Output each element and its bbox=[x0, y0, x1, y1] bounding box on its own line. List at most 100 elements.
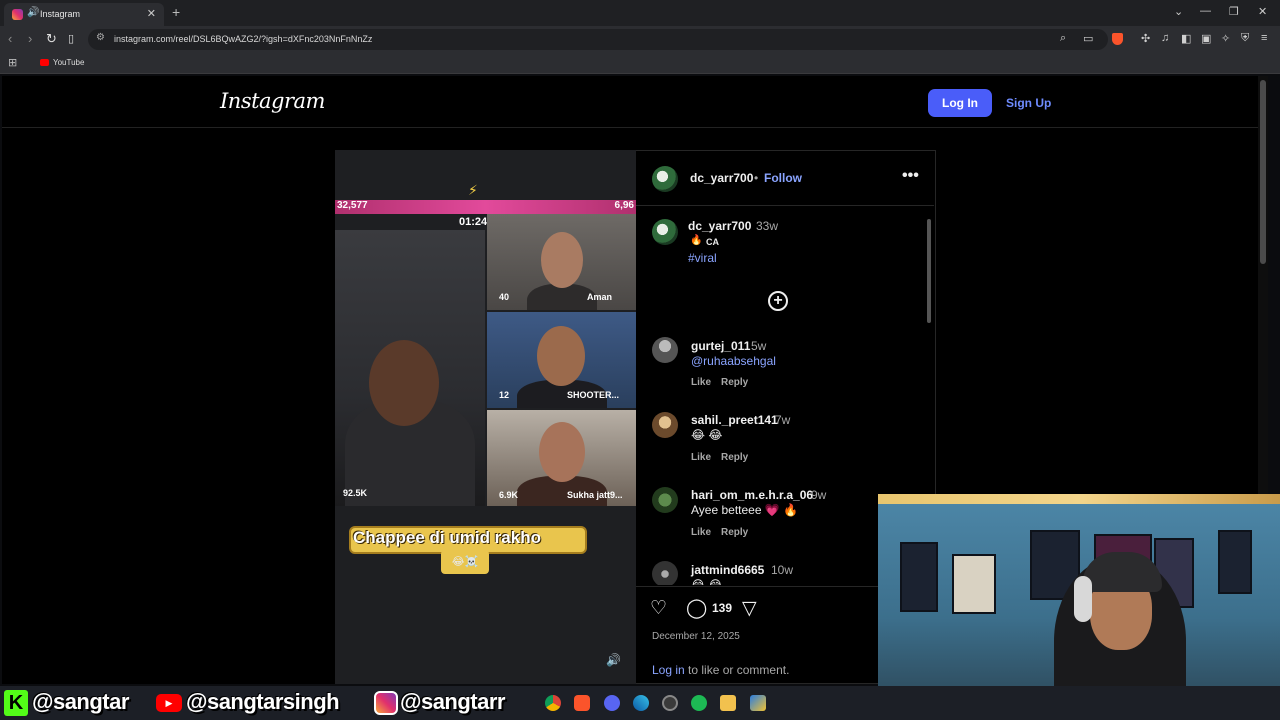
comment-text: 😂 😂 bbox=[691, 428, 723, 442]
login-prompt: Log in to like or comment. bbox=[652, 663, 789, 677]
author-username[interactable]: dc_yarr700 bbox=[690, 171, 753, 185]
video-tile-2: 12 SHOOTER... bbox=[487, 312, 636, 408]
extensions-icon[interactable]: ✣ bbox=[1141, 32, 1150, 45]
battle-timer: 01:24 bbox=[459, 216, 488, 228]
tab-list-chevron-icon[interactable]: ⌄ bbox=[1174, 5, 1183, 18]
comment-reply-button[interactable]: Reply bbox=[721, 377, 748, 388]
volume-icon[interactable]: 🔊 bbox=[606, 653, 621, 667]
tile-main-count: 92.5K bbox=[343, 488, 368, 498]
tile-1-count: 40 bbox=[499, 292, 510, 302]
back-arrow-icon[interactable]: ‹ bbox=[8, 31, 12, 46]
zoom-icon[interactable]: ⌕ bbox=[1060, 32, 1066, 45]
more-options-icon[interactable]: ••• bbox=[902, 167, 919, 185]
minimize-button[interactable]: — bbox=[1200, 5, 1211, 17]
chrome-icon[interactable] bbox=[545, 695, 561, 711]
taskbar: K @sangtar ▶ @sangtarsingh @sangtarr bbox=[0, 686, 1280, 720]
url-field[interactable]: ⚙ instagram.com/reel/DSL6BQwAZG2/?igsh=d… bbox=[88, 29, 1108, 50]
log-in-button[interactable]: Log In bbox=[928, 89, 992, 117]
score-left: 32,577 bbox=[337, 200, 368, 211]
new-tab-button[interactable]: + bbox=[172, 4, 180, 20]
follow-separator: • bbox=[754, 171, 759, 185]
wall-poster bbox=[1218, 530, 1252, 594]
menu-icon[interactable]: ≡ bbox=[1261, 32, 1267, 44]
share-icon[interactable]: ▽ bbox=[742, 597, 757, 620]
speaker-icon[interactable]: 🔊 bbox=[27, 7, 39, 18]
brave-icon[interactable] bbox=[574, 695, 590, 711]
led-light-strip bbox=[878, 494, 1280, 504]
close-window-button[interactable]: ✕ bbox=[1258, 5, 1267, 18]
reload-icon[interactable]: ↻ bbox=[46, 31, 57, 47]
video-caption: Chappee di umid rakho bbox=[353, 528, 541, 547]
file-explorer-icon[interactable] bbox=[720, 695, 736, 711]
discord-icon[interactable] bbox=[604, 695, 620, 711]
caption-age: 33w bbox=[756, 219, 779, 233]
youtube-handle: @sangtarsingh bbox=[186, 689, 340, 714]
comment-icon[interactable]: ◯ bbox=[686, 597, 707, 620]
sign-up-link[interactable]: Sign Up bbox=[1006, 96, 1051, 110]
caption-avatar[interactable] bbox=[652, 219, 678, 245]
comment-like-button[interactable]: Like bbox=[691, 527, 711, 538]
kick-handle: @sangtar bbox=[32, 689, 129, 714]
page-scroll-thumb[interactable] bbox=[1260, 80, 1266, 264]
comments-scroll-thumb[interactable] bbox=[927, 219, 931, 323]
comment-age: 10w bbox=[771, 563, 794, 577]
instagram-logo[interactable]: Instagram bbox=[220, 89, 325, 113]
kick-icon: K bbox=[4, 690, 28, 716]
flame-icon: 🔥 bbox=[690, 235, 703, 246]
tile-3-name: Sukha jatt9... bbox=[567, 490, 623, 500]
bookmark-youtube[interactable]: YouTube bbox=[53, 58, 84, 67]
comment-reply-button[interactable]: Reply bbox=[721, 452, 748, 463]
vpn-icon[interactable]: ⛨ bbox=[1241, 32, 1249, 45]
bookmark-icon[interactable]: ▯ bbox=[68, 32, 74, 45]
heart-icon[interactable]: ♡ bbox=[650, 597, 667, 620]
leo-ai-icon[interactable]: ✧ bbox=[1221, 32, 1230, 45]
sidebar-icon[interactable]: ◧ bbox=[1181, 32, 1191, 45]
cast-icon[interactable]: ▭ bbox=[1083, 32, 1093, 45]
post-header: dc_yarr700 • Follow ••• bbox=[636, 151, 934, 206]
video-tile-1: 40 Aman bbox=[487, 214, 636, 310]
wall-poster bbox=[952, 554, 996, 614]
caption-username[interactable]: dc_yarr700 bbox=[688, 219, 751, 233]
comment-like-button[interactable]: Like bbox=[691, 452, 711, 463]
forward-arrow-icon[interactable]: › bbox=[28, 31, 32, 46]
comment-text[interactable]: @ruhaabsehgal bbox=[691, 354, 776, 368]
comment-username[interactable]: hari_om_m.e.h.r.a_06 bbox=[691, 488, 813, 502]
comment-avatar[interactable] bbox=[652, 337, 678, 363]
spotify-icon[interactable] bbox=[691, 695, 707, 711]
brave-shields-icon[interactable] bbox=[1112, 33, 1123, 45]
comment-username[interactable]: jattmind6665 bbox=[691, 563, 764, 577]
obs-icon[interactable] bbox=[662, 695, 678, 711]
comment-reply-button[interactable]: Reply bbox=[721, 527, 748, 538]
caption-country: CA bbox=[706, 237, 719, 247]
comment-text: Ayee betteee 💗 🔥 bbox=[691, 503, 799, 517]
tile-2-count: 12 bbox=[499, 390, 510, 400]
apps-grid-icon[interactable]: ⊞ bbox=[8, 56, 17, 69]
comment-age: 7w bbox=[775, 413, 791, 427]
follow-button[interactable]: Follow bbox=[764, 171, 802, 185]
comment-avatar[interactable] bbox=[652, 412, 678, 438]
comment-age: 5w bbox=[751, 339, 767, 353]
edge-icon[interactable] bbox=[633, 695, 649, 711]
wallet-icon[interactable]: ▣ bbox=[1201, 32, 1211, 45]
login-prompt-link[interactable]: Log in bbox=[652, 663, 685, 677]
restore-button[interactable]: ❐ bbox=[1229, 5, 1239, 18]
instagram-header: Instagram Log In Sign Up bbox=[2, 76, 1268, 128]
media-icon[interactable]: ♫ bbox=[1161, 32, 1169, 44]
close-tab-icon[interactable]: ✕ bbox=[147, 7, 156, 20]
security-shield-icon[interactable] bbox=[750, 695, 766, 711]
tile-2-name: SHOOTER... bbox=[567, 390, 620, 400]
video-tile-main: 92.5K bbox=[335, 230, 485, 506]
comment-username[interactable]: gurtej_011 bbox=[691, 339, 750, 353]
comment-like-button[interactable]: Like bbox=[691, 377, 711, 388]
reel-video[interactable]: ⚡ 32,577 6,96 01:24 92.5K 40 Aman 12 SHO… bbox=[335, 150, 636, 684]
comment-avatar[interactable] bbox=[652, 561, 678, 585]
comment-avatar[interactable] bbox=[652, 487, 678, 513]
load-more-comments-icon[interactable]: + bbox=[768, 291, 788, 311]
caption-hashtag[interactable]: #viral bbox=[688, 251, 717, 265]
url-text[interactable]: instagram.com/reel/DSL6BQwAZG2/?igsh=dXF… bbox=[114, 34, 372, 44]
youtube-icon: ▶ bbox=[156, 694, 182, 712]
author-avatar[interactable] bbox=[652, 166, 678, 192]
site-settings-icon[interactable]: ⚙ bbox=[96, 32, 105, 43]
comment-username[interactable]: sahil._preet141 bbox=[691, 413, 778, 427]
browser-tab-instagram[interactable]: 🔊 Instagram ✕ bbox=[4, 3, 164, 26]
